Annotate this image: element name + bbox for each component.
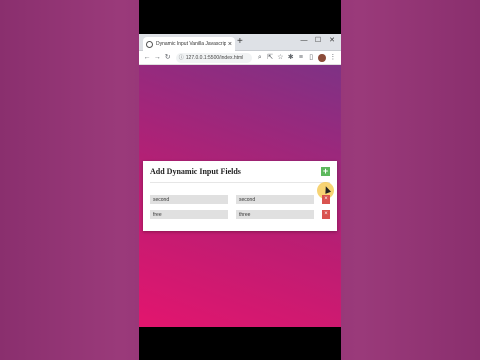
letterbox-bottom	[139, 327, 341, 360]
address-bar[interactable]: ⓘ 127.0.0.1:5500/index.html	[175, 52, 252, 63]
search-icon[interactable]: ⌕	[255, 52, 265, 64]
new-tab-button[interactable]: +	[237, 36, 243, 48]
input-field-first[interactable]	[150, 195, 228, 204]
back-arrow-icon[interactable]: ←	[142, 52, 152, 64]
menu-kebab-icon[interactable]: ⋮	[328, 52, 338, 64]
extensions-icon[interactable]: ✱	[286, 52, 296, 64]
window-controls: — ☐ ✕	[297, 34, 339, 48]
tab-strip: Dynamic Input Vanilla Javascript × + — ☐…	[139, 34, 341, 51]
minimize-button[interactable]: —	[297, 34, 311, 48]
browser-toolbar: ← → ↻ ⓘ 127.0.0.1:5500/index.html ⌕ ⇱ ☆ …	[139, 51, 341, 65]
add-field-button[interactable]: +	[321, 167, 330, 176]
remove-row-button[interactable]: ×	[322, 195, 330, 204]
input-field-second[interactable]	[236, 210, 314, 219]
dynamic-input-card: Add Dynamic Input Fields + × ×	[143, 161, 337, 231]
profile-avatar[interactable]	[318, 53, 326, 62]
close-window-button[interactable]: ✕	[325, 34, 339, 48]
media-icon[interactable]: ≡	[296, 52, 306, 64]
divider	[150, 182, 330, 183]
reload-icon[interactable]: ↻	[163, 52, 173, 64]
letterbox-top	[139, 0, 341, 34]
close-tab-icon[interactable]: ×	[228, 41, 232, 48]
page-title: Add Dynamic Input Fields	[150, 167, 241, 176]
forward-arrow-icon[interactable]: →	[152, 52, 162, 64]
address-url: 127.0.0.1:5500/index.html	[185, 54, 244, 61]
tab-title: Dynamic Input Vanilla Javascript	[156, 41, 226, 47]
remove-row-button[interactable]: ×	[322, 210, 330, 219]
maximize-button[interactable]: ☐	[311, 34, 325, 48]
browser-tab[interactable]: Dynamic Input Vanilla Javascript ×	[143, 37, 235, 51]
share-icon[interactable]: ⇱	[265, 52, 275, 64]
browser-window: Dynamic Input Vanilla Javascript × + — ☐…	[139, 34, 341, 327]
input-row: ×	[150, 210, 335, 219]
input-row: ×	[150, 195, 335, 204]
input-field-first[interactable]	[150, 210, 228, 219]
info-icon: ⓘ	[178, 55, 184, 61]
star-icon[interactable]: ☆	[275, 52, 285, 64]
input-field-second[interactable]	[236, 195, 314, 204]
globe-icon	[146, 40, 153, 48]
side-panel-icon[interactable]: ▯	[306, 52, 316, 64]
page-viewport: Add Dynamic Input Fields + × ×	[139, 65, 341, 327]
